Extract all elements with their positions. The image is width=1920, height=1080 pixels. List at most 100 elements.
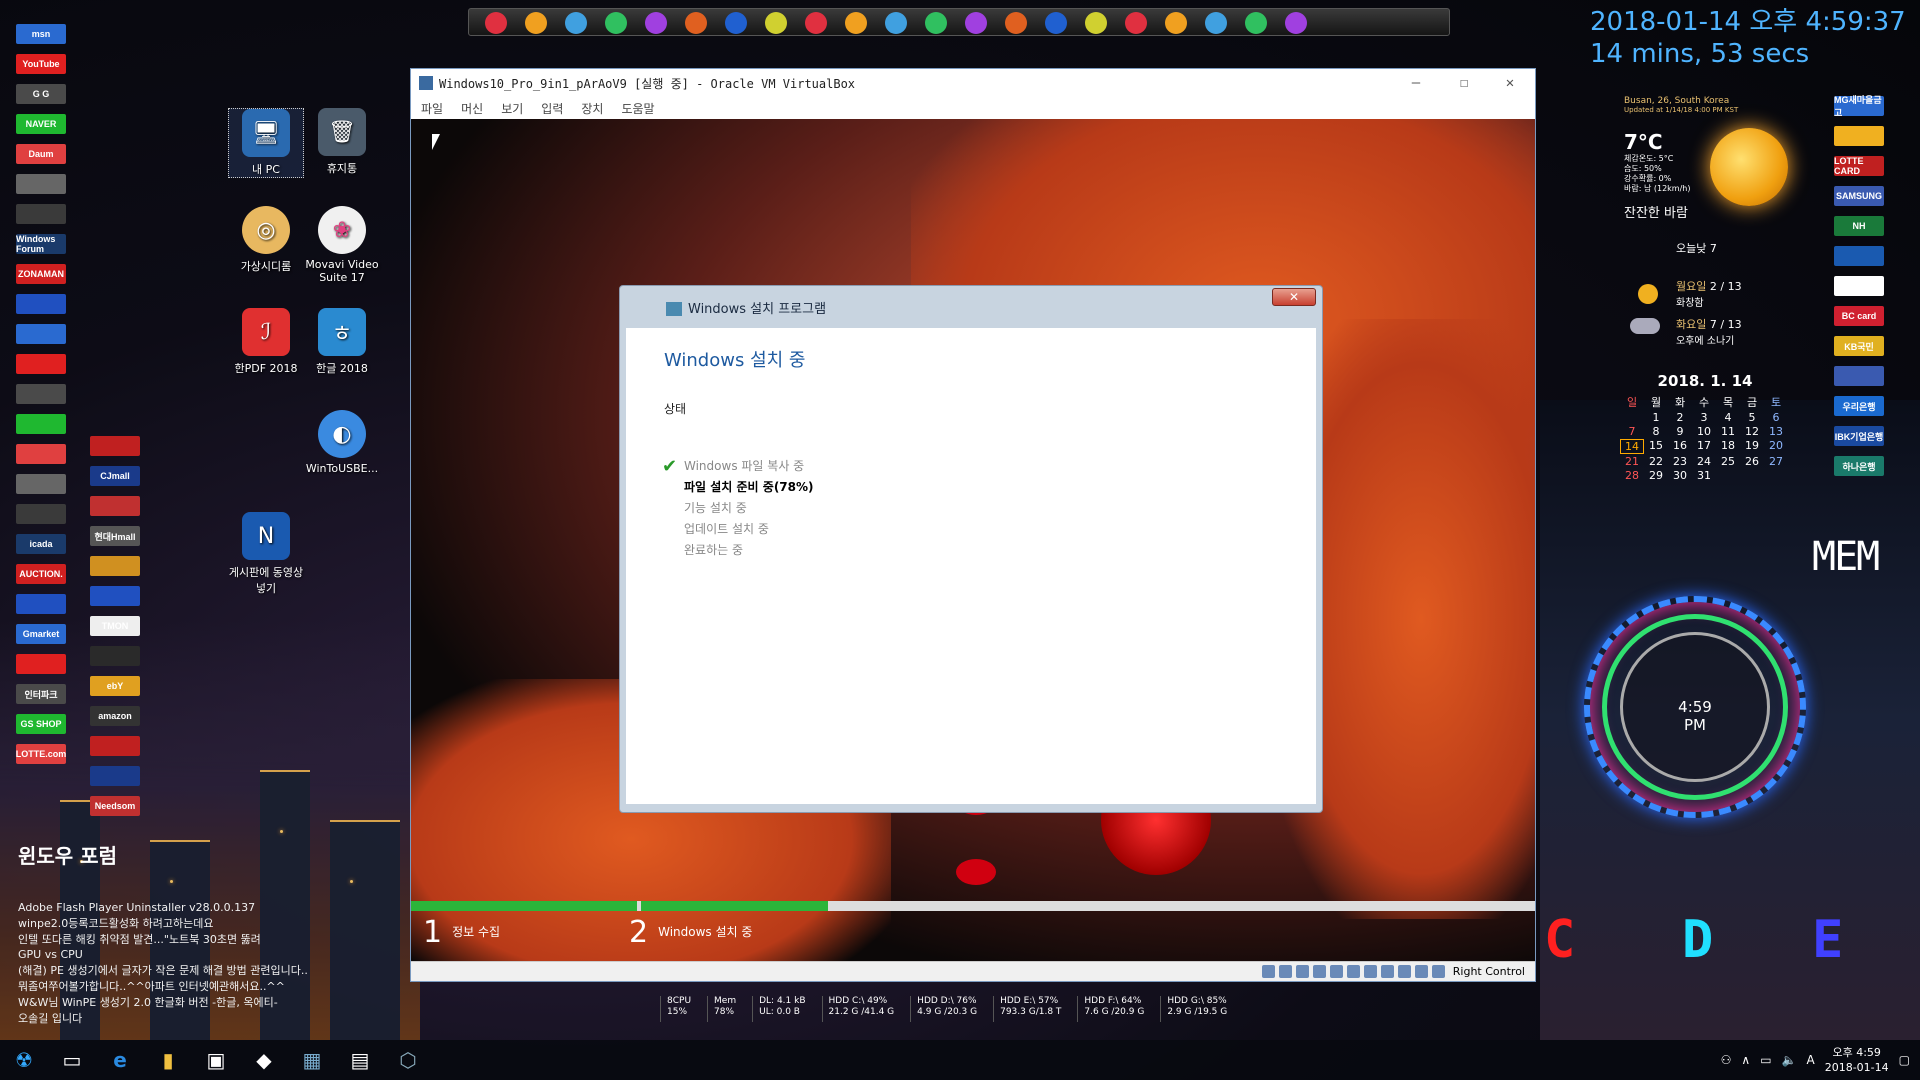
- calendar-day[interactable]: 17: [1692, 439, 1716, 454]
- menu-input[interactable]: 입력: [541, 100, 563, 117]
- menu-machine[interactable]: 머신: [461, 100, 483, 117]
- app-icon-14[interactable]: [1005, 12, 1027, 34]
- feed-item[interactable]: Adobe Flash Player Uninstaller v28.0.0.1…: [18, 900, 398, 916]
- calendar-day[interactable]: 30: [1668, 469, 1692, 482]
- calendar-day[interactable]: 24: [1692, 455, 1716, 468]
- calendar-day[interactable]: 29: [1644, 469, 1668, 482]
- feed-item[interactable]: 뭐좀여쭈어볼가합니다..^^아파트 인터넷예관해서요..^^: [18, 979, 398, 995]
- cpu-icon[interactable]: [1397, 965, 1411, 978]
- site-logo-link[interactable]: IBK기업은행: [1834, 426, 1884, 446]
- app-icon-12[interactable]: [925, 12, 947, 34]
- calendar-day[interactable]: [1764, 469, 1788, 482]
- shared-folder-icon[interactable]: [1346, 965, 1360, 978]
- mouse-icon[interactable]: [1414, 965, 1428, 978]
- feed-item[interactable]: (해결) PE 생성기에서 글자가 작은 문제 해결 방법 관련입니다..: [18, 963, 398, 979]
- site-logo-link[interactable]: [90, 646, 140, 666]
- site-logo-link[interactable]: MG새마을금고: [1834, 95, 1884, 118]
- vm-screen[interactable]: Windows 설치 프로그램 ✕ Windows 설치 중 상태 ✔ Wind…: [411, 119, 1535, 963]
- site-logo-link[interactable]: CJmall: [90, 466, 140, 486]
- site-logo-link[interactable]: G G: [16, 84, 66, 104]
- calendar-day[interactable]: 19: [1740, 439, 1764, 454]
- app-icon-7[interactable]: [725, 12, 747, 34]
- desktop-icon-recycle-bin[interactable]: 🗑 휴지통: [304, 108, 380, 176]
- minimize-button[interactable]: —: [1393, 75, 1439, 91]
- site-logo-link[interactable]: AUCTION.: [16, 564, 66, 584]
- pencil-icon[interactable]: [1165, 12, 1187, 34]
- site-logo-link[interactable]: 하나은행: [1834, 456, 1884, 476]
- site-logo-link[interactable]: [90, 736, 140, 756]
- site-logo-link[interactable]: amazon: [90, 706, 140, 726]
- calendar-day[interactable]: 1: [1644, 411, 1668, 424]
- app-icon-10[interactable]: [845, 12, 867, 34]
- site-logo-link[interactable]: [90, 556, 140, 576]
- site-logo-link[interactable]: 현대Hmall: [90, 526, 140, 546]
- site-logo-link[interactable]: [16, 204, 66, 224]
- setup-close-button[interactable]: ✕: [1272, 288, 1316, 306]
- search-icon[interactable]: [1205, 12, 1227, 34]
- calendar-day[interactable]: 3: [1692, 411, 1716, 424]
- desktop-icon-hangul[interactable]: ㅎ 한글 2018: [304, 308, 380, 376]
- menu-devices[interactable]: 장치: [581, 100, 603, 117]
- site-logo-link[interactable]: [90, 436, 140, 456]
- calendar-day[interactable]: 21: [1620, 455, 1644, 468]
- site-logo-link[interactable]: [1834, 126, 1884, 146]
- firefox-icon[interactable]: [645, 12, 667, 34]
- edge-icon[interactable]: e: [100, 1040, 140, 1080]
- capture-icon[interactable]: [1380, 965, 1394, 978]
- calendar-day[interactable]: 2: [1668, 411, 1692, 424]
- ime-indicator[interactable]: A: [1807, 1053, 1815, 1067]
- site-logo-link[interactable]: SAMSUNG: [1834, 186, 1884, 206]
- app-icon-8[interactable]: [765, 12, 787, 34]
- window-icon[interactable]: ▤: [340, 1040, 380, 1080]
- site-logo-link[interactable]: [16, 354, 66, 374]
- site-logo-link[interactable]: KB국민: [1834, 336, 1884, 356]
- feed-item[interactable]: W&W님 WinPE 생성기 2.0 한글화 버전 -한글, 옥에티-: [18, 995, 398, 1011]
- app-icon-1[interactable]: [485, 12, 507, 34]
- site-logo-link[interactable]: ebY: [90, 676, 140, 696]
- desktop-icon-board-video[interactable]: N 게시판에 동영상넣기: [228, 512, 304, 596]
- app-icon-3[interactable]: [565, 12, 587, 34]
- calendar-day[interactable]: 6: [1764, 411, 1788, 424]
- drop-icon[interactable]: [1245, 12, 1267, 34]
- calendar-day[interactable]: 15: [1644, 439, 1668, 454]
- calendar-day[interactable]: 28: [1620, 469, 1644, 482]
- site-logo-link[interactable]: BC card: [1834, 306, 1884, 326]
- site-logo-link[interactable]: icada: [16, 534, 66, 554]
- menu-help[interactable]: 도움말: [621, 100, 654, 117]
- site-logo-link[interactable]: Windows Forum: [16, 234, 66, 254]
- calendar-day[interactable]: 18: [1716, 439, 1740, 454]
- feed-item[interactable]: 오솔길 입니다: [18, 1011, 398, 1027]
- app-icon-13[interactable]: [965, 12, 987, 34]
- people-icon[interactable]: ⚇: [1721, 1053, 1732, 1067]
- calendar-day[interactable]: 31: [1692, 469, 1716, 482]
- desktop-icon-wintousb[interactable]: ◐ WinToUSBE...: [304, 410, 380, 475]
- site-logo-link[interactable]: msn: [16, 24, 66, 44]
- task-view-icon[interactable]: ▭: [52, 1040, 92, 1080]
- site-logo-link[interactable]: YouTube: [16, 54, 66, 74]
- site-logo-link[interactable]: [16, 384, 66, 404]
- start-icon[interactable]: ☢: [4, 1040, 44, 1080]
- desktop-icon-hanpdf[interactable]: ℐ 한PDF 2018: [228, 308, 304, 376]
- calendar-day[interactable]: [1716, 469, 1740, 482]
- site-logo-link[interactable]: [90, 586, 140, 606]
- app-icon-11[interactable]: [885, 12, 907, 34]
- notification-icon[interactable]: ▢: [1899, 1053, 1910, 1067]
- site-logo-link[interactable]: [16, 414, 66, 434]
- network-icon[interactable]: [1312, 965, 1326, 978]
- menu-view[interactable]: 보기: [501, 100, 523, 117]
- site-logo-link[interactable]: Gmarket: [16, 624, 66, 644]
- calendar-day[interactable]: [1740, 469, 1764, 482]
- audio-icon[interactable]: [1295, 965, 1309, 978]
- fox-icon[interactable]: ◆: [244, 1040, 284, 1080]
- app-icon-9[interactable]: [805, 12, 827, 34]
- calendar-day[interactable]: 9: [1668, 425, 1692, 438]
- virtualbox-titlebar[interactable]: Windows10_Pro_9in1_pArAoV9 [실행 중] - Orac…: [411, 69, 1535, 97]
- calendar-day[interactable]: 8: [1644, 425, 1668, 438]
- calendar-day[interactable]: 27: [1764, 455, 1788, 468]
- feed-item[interactable]: GPU vs CPU: [18, 947, 398, 963]
- site-logo-link[interactable]: [90, 496, 140, 516]
- app-icon-15[interactable]: [1045, 12, 1067, 34]
- volume-icon[interactable]: 🔈: [1782, 1053, 1797, 1067]
- app-icon-2[interactable]: [525, 12, 547, 34]
- close-button[interactable]: ✕: [1487, 75, 1533, 91]
